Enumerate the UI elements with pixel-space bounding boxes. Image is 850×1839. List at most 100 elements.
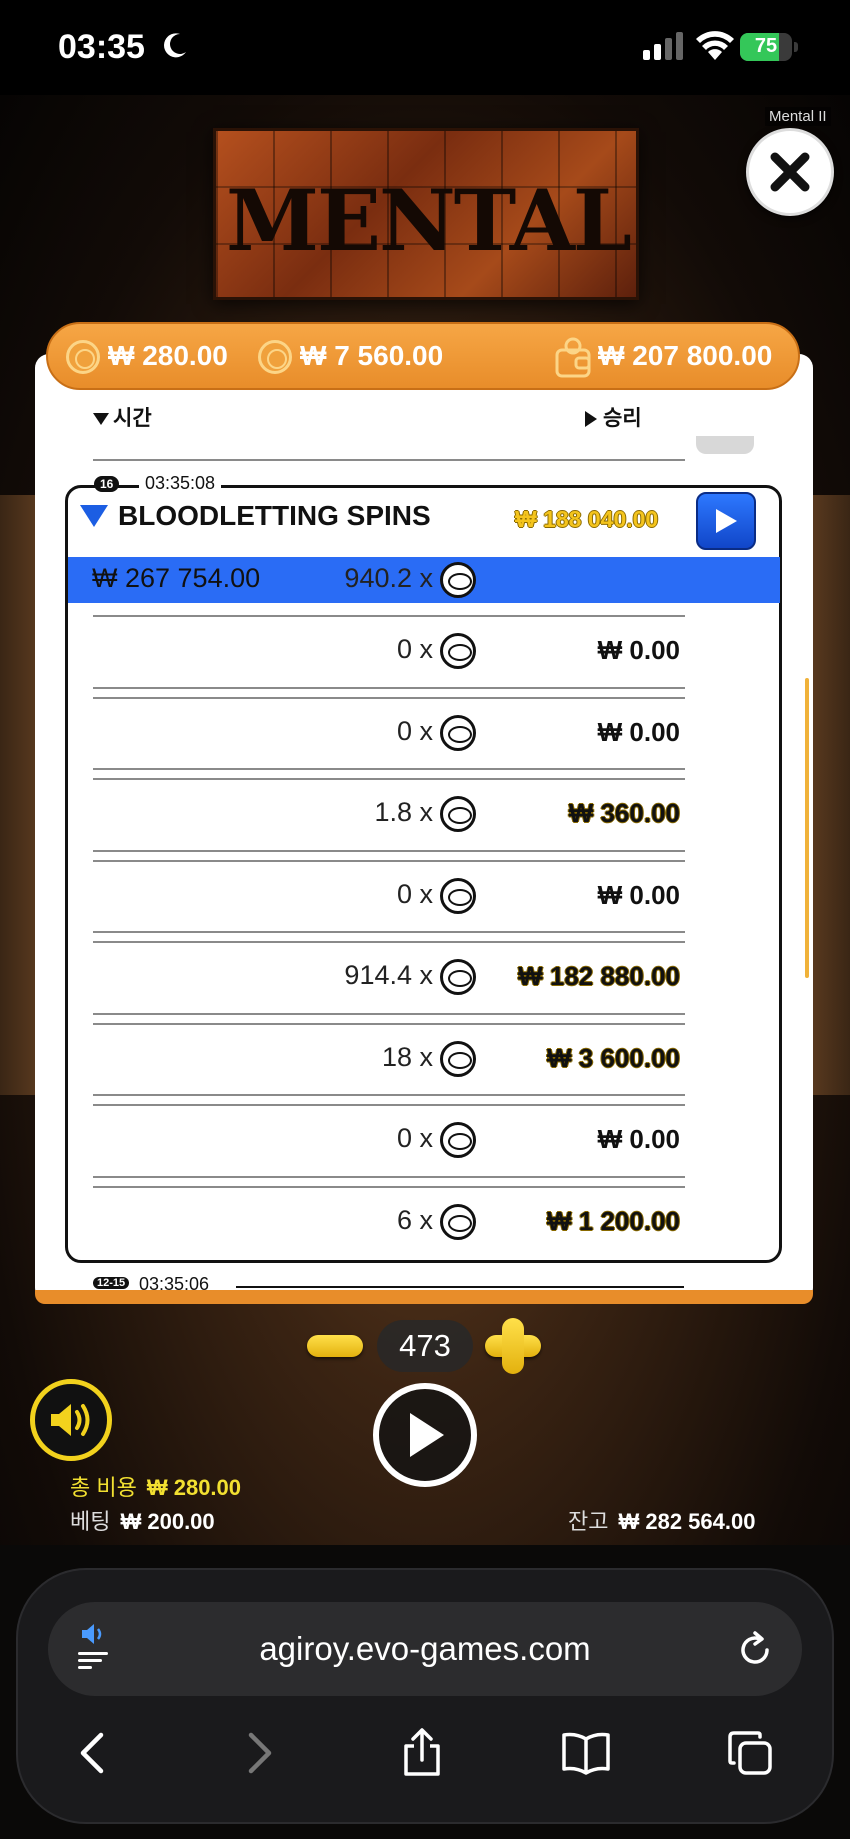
- signal-icon: [643, 32, 683, 60]
- row-win: ₩ 182 880.00: [518, 961, 680, 991]
- divider: [93, 768, 685, 770]
- row-multiplier: 914.4 x: [344, 960, 433, 990]
- row-win: ₩ 3 600.00: [547, 1042, 680, 1073]
- close-button[interactable]: [746, 128, 834, 216]
- col-win-label: 승리: [603, 407, 642, 430]
- logo-text: MENTAL: [226, 171, 632, 270]
- total-multiplier: 940.2 x: [344, 563, 433, 593]
- balance-label: 잔고: [568, 1509, 609, 1534]
- divider: [93, 459, 685, 461]
- row-multiplier: 6 x: [396, 1204, 433, 1235]
- bookmarks-button[interactable]: [558, 1725, 614, 1781]
- feature-title[interactable]: BLOODLETTING SPINS: [80, 500, 431, 532]
- background-wall-right: [810, 495, 850, 1095]
- battery-indicator: 75: [740, 33, 792, 61]
- balance-value: ₩ 282 564.00: [618, 1509, 756, 1534]
- divider: [93, 941, 685, 943]
- sort-time-header[interactable]: 시간: [93, 402, 152, 432]
- replay-button[interactable]: [696, 492, 756, 550]
- bet-label: 베팅: [70, 1509, 111, 1534]
- row-multiplier: 0 x: [396, 1123, 433, 1153]
- wallet-icon: [555, 337, 591, 378]
- spin-button[interactable]: [373, 1383, 477, 1487]
- plus-icon-v: [502, 1318, 524, 1374]
- tabs-icon: [728, 1731, 772, 1775]
- sort-down-icon: [93, 413, 109, 426]
- divider: [93, 686, 685, 689]
- row-win: ₩ 0.00: [597, 1124, 680, 1154]
- row-multiplier: 0 x: [396, 878, 433, 909]
- row-win: ₩ 0.00: [597, 879, 680, 910]
- chevron-left-icon: [80, 1732, 104, 1774]
- collapse-triangle-icon: [80, 504, 108, 527]
- bet-level: 473: [377, 1320, 473, 1372]
- url-text[interactable]: agiroy.evo-games.com: [48, 1630, 802, 1668]
- bet-cost-amount: ₩ 280.00: [108, 340, 228, 371]
- divider: [93, 1175, 685, 1178]
- sort-win-header[interactable]: 승리: [585, 402, 642, 432]
- reload-icon[interactable]: [735, 1630, 775, 1670]
- coin-icon: [66, 340, 100, 374]
- play-icon: [410, 1413, 444, 1457]
- row-multiplier: 0 x: [396, 634, 433, 664]
- round-badge: 16: [94, 476, 120, 492]
- divider: [93, 615, 685, 617]
- divider: [236, 1286, 684, 1288]
- sort-right-icon: [585, 411, 597, 428]
- share-button[interactable]: [394, 1725, 450, 1781]
- speaker-icon: [51, 1404, 90, 1436]
- coin-icon: [440, 562, 476, 598]
- total-cost-label: 총 비용: [70, 1475, 137, 1500]
- divider: [93, 696, 685, 699]
- row-win: ₩ 0.00: [597, 635, 680, 665]
- next-round-badge: 12-15: [93, 1277, 130, 1289]
- background-wall-left: [0, 495, 40, 1095]
- wallet-amount: ₩ 207 800.00: [598, 340, 773, 371]
- play-icon: [716, 509, 737, 533]
- decrease-bet-button[interactable]: [307, 1335, 363, 1357]
- divider: [93, 1185, 685, 1188]
- coin-icon: [258, 340, 292, 374]
- divider: [93, 1022, 685, 1025]
- bet-value: ₩ 200.00: [120, 1509, 215, 1534]
- status-time: 03:35: [58, 28, 145, 66]
- forward-button[interactable]: [232, 1725, 288, 1781]
- scroll-handle[interactable]: [696, 436, 754, 454]
- balance: 잔고 ₩ 282 564.00: [568, 1504, 755, 1536]
- bet-amount: 베팅 ₩ 200.00: [70, 1504, 215, 1536]
- scrollbar[interactable]: [805, 678, 809, 978]
- moon-icon: [164, 33, 186, 58]
- game-tag: Mental II: [765, 107, 831, 126]
- divider: [93, 1012, 685, 1015]
- battery-text: 75: [754, 35, 778, 57]
- status-bar: 03:35 75: [0, 0, 850, 95]
- row-multiplier: 1.8 x: [374, 797, 433, 827]
- total-win: ₩ 267 754.00: [92, 563, 261, 593]
- balance-bar: ₩ 280.00 ₩ 7 560.00 ₩ 207 800.00: [46, 322, 800, 390]
- row-win: ₩ 1 200.00: [547, 1205, 680, 1236]
- game-logo: MENTAL: [213, 128, 639, 300]
- next-round-timestamp: 03:35:06: [139, 1274, 210, 1294]
- sound-button[interactable]: [30, 1379, 112, 1461]
- battery-cap: [794, 42, 798, 52]
- round-timestamp: 03:35:08: [139, 473, 222, 494]
- row-win: ₩ 0.00: [597, 716, 680, 747]
- close-icon: [770, 152, 810, 192]
- feature-cost-amount: ₩ 7 560.00: [300, 340, 444, 371]
- divider: [93, 849, 685, 852]
- back-button[interactable]: [64, 1725, 120, 1781]
- total-cost-value: ₩ 280.00: [146, 1475, 242, 1500]
- feature-title-amount: ₩ 188 040.00: [515, 506, 659, 532]
- share-icon: [404, 1728, 440, 1776]
- divider: [93, 1094, 685, 1096]
- divider: [93, 778, 685, 780]
- tabs-button[interactable]: [722, 1725, 778, 1781]
- book-icon: [562, 1732, 610, 1775]
- wifi-icon: [696, 31, 734, 60]
- divider: [93, 931, 685, 933]
- total-cost: 총 비용 ₩ 280.00: [70, 1470, 241, 1502]
- feature-title-text: BLOODLETTING SPINS: [118, 500, 431, 531]
- chevron-right-icon: [248, 1732, 272, 1774]
- row-multiplier: 18 x: [381, 1041, 433, 1072]
- row-multiplier: 0 x: [396, 715, 433, 746]
